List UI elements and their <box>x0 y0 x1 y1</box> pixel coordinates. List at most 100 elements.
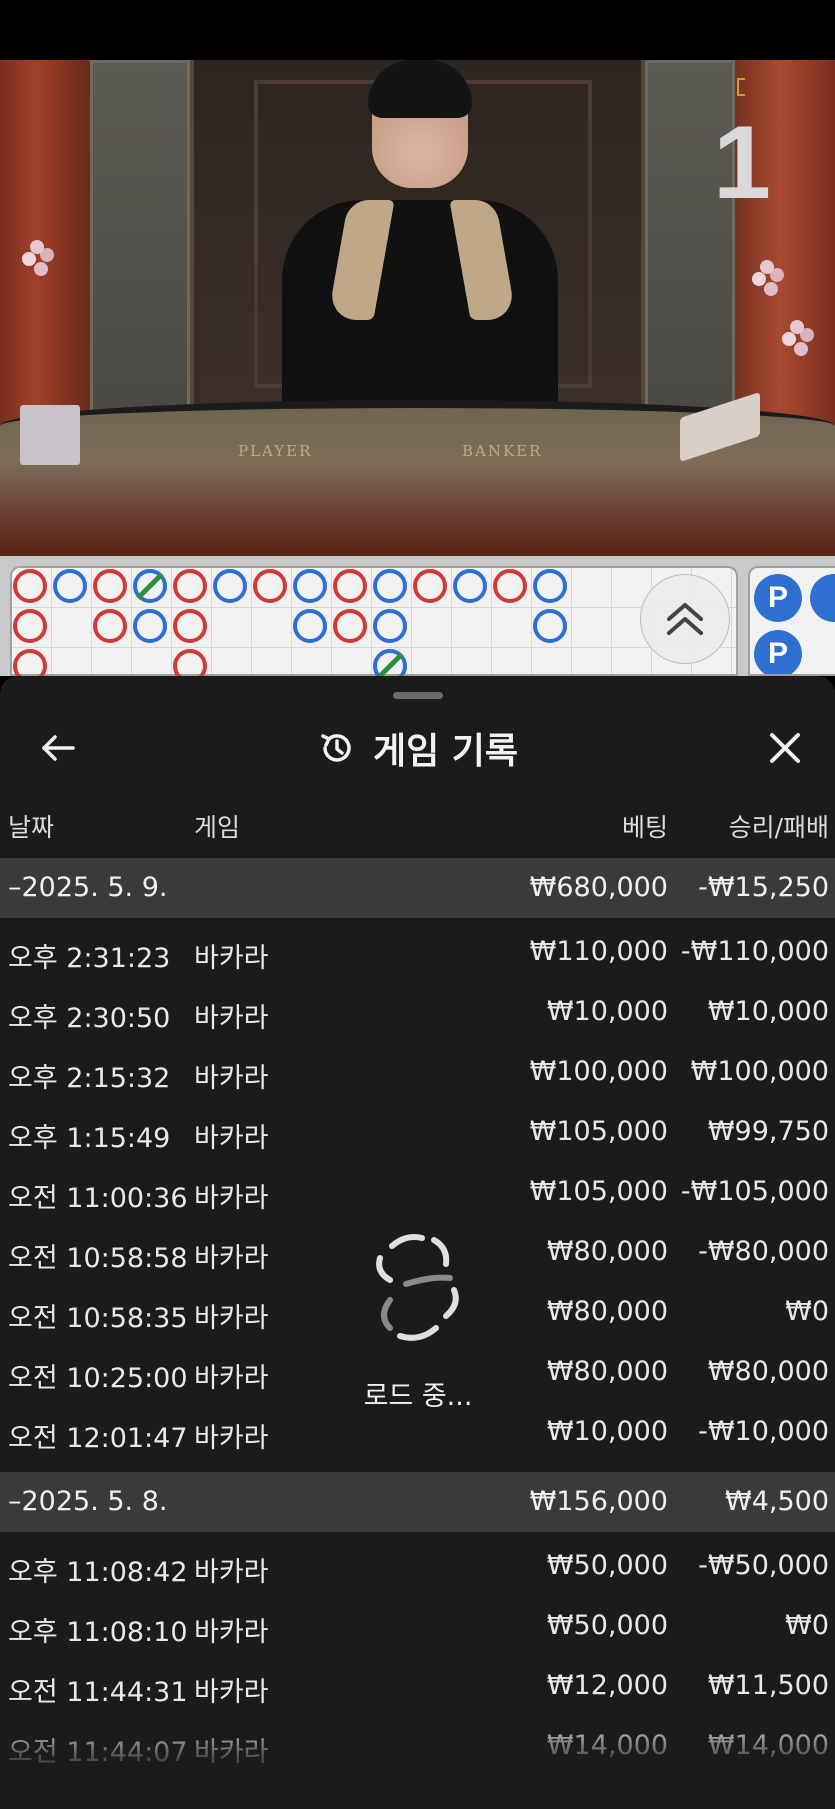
row-time: 오전 11:00:36 <box>8 1183 188 1214</box>
bead-player-badge: P <box>754 630 802 674</box>
row-time: 오후 11:08:10 <box>8 1617 188 1648</box>
row-game: 바카라 <box>194 1003 269 1034</box>
road-player-mark <box>293 569 327 603</box>
history-row[interactable]: 오후 1:15:49 바카라 ₩105,000 ₩99,750 <box>0 1102 835 1162</box>
road-banker-mark <box>333 609 367 643</box>
row-win-loss: ₩100,000 <box>690 1056 829 1087</box>
road-banker-mark <box>13 569 47 603</box>
bead-road[interactable]: P P <box>748 566 835 676</box>
road-banker-mark <box>173 609 207 643</box>
loading-spinner-icon <box>376 1234 459 1341</box>
history-row[interactable]: 오후 11:08:42 바카라 ₩50,000 -₩50,000 <box>0 1536 835 1596</box>
status-bar <box>0 0 835 60</box>
history-row[interactable]: 오전 11:44:31 바카라 ₩12,000 ₩11,500 <box>0 1656 835 1716</box>
table-player-label: PLAYER <box>238 442 313 460</box>
group-win-loss-total: -₩15,250 <box>698 872 829 903</box>
row-win-loss: ₩0 <box>785 1296 829 1327</box>
row-time: 오후 11:08:42 <box>8 1557 188 1588</box>
history-row[interactable]: 오후 2:15:32 바카라 ₩100,000 ₩100,000 <box>0 1042 835 1102</box>
row-bet: ₩14,000 <box>546 1730 668 1761</box>
road-player-mark <box>213 569 247 603</box>
group-bet-total: ₩680,000 <box>529 872 668 903</box>
row-win-loss: -₩80,000 <box>698 1236 829 1267</box>
decor-panel-left <box>90 60 190 420</box>
row-game: 바카라 <box>194 1737 269 1768</box>
roadmap-panel: P P <box>0 556 835 676</box>
row-time: 오전 10:58:58 <box>8 1243 188 1274</box>
row-bet: ₩105,000 <box>529 1176 668 1207</box>
road-player-mark <box>53 569 87 603</box>
row-game: 바카라 <box>194 1363 269 1394</box>
row-game: 바카라 <box>194 1183 269 1214</box>
road-banker-mark <box>13 609 47 643</box>
sheet-grabber[interactable] <box>393 692 443 699</box>
road-player-mark <box>133 609 167 643</box>
row-time: 오후 2:30:50 <box>8 1003 171 1034</box>
row-game: 바카라 <box>194 1617 269 1648</box>
row-time: 오후 2:15:32 <box>8 1063 171 1094</box>
history-row[interactable]: 오후 2:30:50 바카라 ₩10,000 ₩10,000 <box>0 982 835 1042</box>
back-button[interactable] <box>34 724 82 772</box>
row-win-loss: ₩80,000 <box>707 1356 829 1387</box>
road-banker-mark <box>413 569 447 603</box>
row-bet: ₩50,000 <box>546 1550 668 1581</box>
road-banker-mark <box>493 569 527 603</box>
column-game: 게임 <box>194 813 241 842</box>
live-video[interactable]: PLAYER BANKER 1 <box>0 60 835 556</box>
history-row[interactable]: 오후 11:08:10 바카라 ₩50,000 ₩0 <box>0 1596 835 1656</box>
blossom-decor <box>760 260 774 274</box>
road-banker-mark <box>93 609 127 643</box>
column-headers: 날짜 게임 베팅 승리/패배 <box>0 798 835 848</box>
row-win-loss: ₩99,750 <box>707 1116 829 1147</box>
blossom-decor <box>790 320 804 334</box>
row-game: 바카라 <box>194 1243 269 1274</box>
row-win-loss: ₩0 <box>785 1610 829 1641</box>
close-button[interactable] <box>761 724 809 772</box>
row-game: 바카라 <box>194 1677 269 1708</box>
close-icon <box>770 733 800 763</box>
road-banker-mark <box>93 569 127 603</box>
row-game: 바카라 <box>194 1303 269 1334</box>
road-tie-mark <box>376 652 404 676</box>
row-time: 오전 11:44:07 <box>8 1737 188 1768</box>
row-game: 바카라 <box>194 1557 269 1588</box>
row-time: 오후 1:15:49 <box>8 1123 171 1154</box>
row-time: 오전 10:25:00 <box>8 1363 188 1394</box>
row-bet: ₩80,000 <box>546 1356 668 1387</box>
history-row[interactable]: 오전 11:00:36 바카라 ₩105,000 -₩105,000 <box>0 1162 835 1222</box>
expand-roadmap-button[interactable] <box>640 574 730 664</box>
row-bet: ₩110,000 <box>529 936 668 967</box>
row-win-loss: -₩50,000 <box>698 1550 829 1581</box>
row-win-loss: ₩10,000 <box>707 996 829 1027</box>
table-number-mark <box>737 78 745 96</box>
road-banker-mark <box>173 569 207 603</box>
history-row[interactable]: 오전 11:44:07 바카라 ₩14,000 ₩14,000 <box>0 1716 835 1776</box>
road-banker-mark <box>173 649 207 676</box>
loading-indicator: 로드 중... <box>350 1224 486 1414</box>
row-game: 바카라 <box>194 1063 269 1094</box>
road-player-mark <box>453 569 487 603</box>
row-bet: ₩100,000 <box>529 1056 668 1087</box>
history-row[interactable]: 오후 2:31:23 바카라 ₩110,000 -₩110,000 <box>0 922 835 982</box>
game-history-sheet: 게임 기록 날짜 게임 베팅 승리/패배 –2025. 5. 9. ₩680,0… <box>0 676 835 1809</box>
chip-tray <box>20 405 80 465</box>
row-bet: ₩80,000 <box>546 1296 668 1327</box>
group-bet-total: ₩156,000 <box>529 1486 668 1517</box>
bead-player-badge <box>810 574 835 622</box>
column-date: 날짜 <box>8 813 55 842</box>
history-icon <box>321 734 351 762</box>
sheet-header: 게임 기록 <box>0 712 835 784</box>
row-bet: ₩80,000 <box>546 1236 668 1267</box>
big-road <box>13 569 567 676</box>
double-chevron-up-icon <box>667 603 703 635</box>
road-banker-mark <box>13 649 47 676</box>
row-win-loss: -₩110,000 <box>680 936 829 967</box>
table-banker-label: BANKER <box>462 442 543 460</box>
date-group-header[interactable]: –2025. 5. 8. ₩156,000 ₩4,500 <box>0 1472 835 1532</box>
road-banker-mark <box>253 569 287 603</box>
row-win-loss: ₩11,500 <box>707 1670 829 1701</box>
group-win-loss-total: ₩4,500 <box>725 1486 829 1517</box>
row-bet: ₩12,000 <box>546 1670 668 1701</box>
road-player-mark <box>373 609 407 643</box>
date-group-header[interactable]: –2025. 5. 9. ₩680,000 -₩15,250 <box>0 858 835 918</box>
